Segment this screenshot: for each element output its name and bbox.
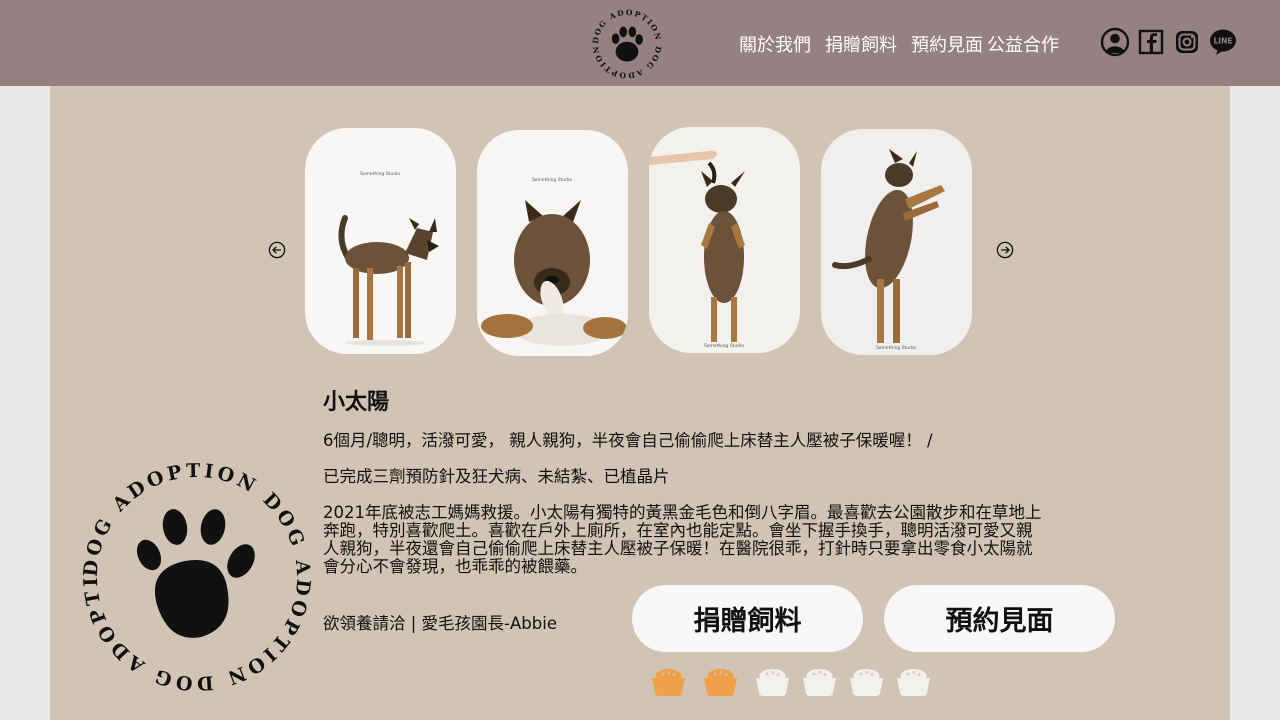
dog-photo-4[interactable]: Something Studio <box>821 129 972 355</box>
bowl-empty-icon <box>848 666 885 698</box>
user-icon[interactable] <box>1100 27 1130 57</box>
dog-summary: 6個月/聰明，活潑可愛， 親人親狗，半夜會自己偷偷爬上床替主人壓被子保暖喔！ / <box>323 431 933 450</box>
photo-caption: Something Studio <box>704 343 744 349</box>
dog-story-line: 奔跑，特別喜歡爬土。喜歡在戶外上廁所，在室內也能定點。會坐下握手換手，聰明活潑可… <box>323 521 1033 540</box>
adoption-contact: 欲領養請洽 | 愛毛孩園長-Abbie <box>323 614 557 633</box>
instagram-icon[interactable] <box>1172 27 1202 57</box>
dog-story-line: 會分心不會發現，也乖乖的被餵藥。 <box>323 557 587 576</box>
dog-photo-1[interactable]: Something Studio <box>305 128 456 354</box>
photo-caption: Something Studio <box>876 345 916 351</box>
site-header: DOG ADOPTION DOG ADOPTION 關於我們 捐贈飼料 預約見面… <box>0 0 1280 86</box>
food-level-indicator <box>650 666 932 698</box>
bowl-empty-icon <box>895 666 932 698</box>
appointment-button[interactable]: 預約見面 <box>884 585 1115 652</box>
dog-photo-3[interactable]: Something Studio <box>649 127 800 353</box>
social-links: LINE <box>1100 27 1238 57</box>
dog-story-line: 人親狗，半夜還會自己偷偷爬上床替主人壓被子保暖！在醫院很乖，打針時只要拿出零食小… <box>323 539 1033 558</box>
photo-caption: Something Studio <box>360 171 400 177</box>
facebook-icon[interactable] <box>1136 27 1166 57</box>
arrow-left-circle-icon[interactable] <box>268 241 286 259</box>
main-nav: 關於我們 捐贈飼料 預約見面 公益合作 <box>739 31 1059 57</box>
nav-partnership[interactable]: 公益合作 <box>987 31 1059 57</box>
nav-appointment[interactable]: 預約見面 <box>911 31 983 57</box>
bowl-filled-icon <box>650 666 687 698</box>
donate-food-button[interactable]: 捐贈飼料 <box>632 585 863 652</box>
site-logo[interactable]: DOG ADOPTION DOG ADOPTION <box>589 6 665 82</box>
svg-text:LINE: LINE <box>1214 37 1233 46</box>
dog-story-line: 2021年底被志工媽媽救援。小太陽有獨特的黃黑金毛色和倒八字眉。最喜歡去公園散步… <box>323 503 1042 522</box>
arrow-right-circle-icon[interactable] <box>996 241 1014 259</box>
dog-adoption-logo: DOG ADOPTION DOG ADOPTION DOG ADOPTION <box>67 440 317 697</box>
dog-medical-status: 已完成三劑預防針及狂犬病、未結紮、已植晶片 <box>323 467 670 486</box>
nav-about[interactable]: 關於我們 <box>739 31 811 57</box>
bowl-empty-icon <box>754 666 791 698</box>
bowl-filled-icon <box>702 666 739 698</box>
bowl-empty-icon <box>801 666 838 698</box>
line-icon[interactable]: LINE <box>1208 27 1238 57</box>
dog-photo-2[interactable]: Something Studio <box>477 130 628 356</box>
dog-name: 小太陽 <box>323 390 390 415</box>
photo-caption: Something Studio <box>532 177 572 183</box>
nav-donate-food[interactable]: 捐贈飼料 <box>825 31 897 57</box>
